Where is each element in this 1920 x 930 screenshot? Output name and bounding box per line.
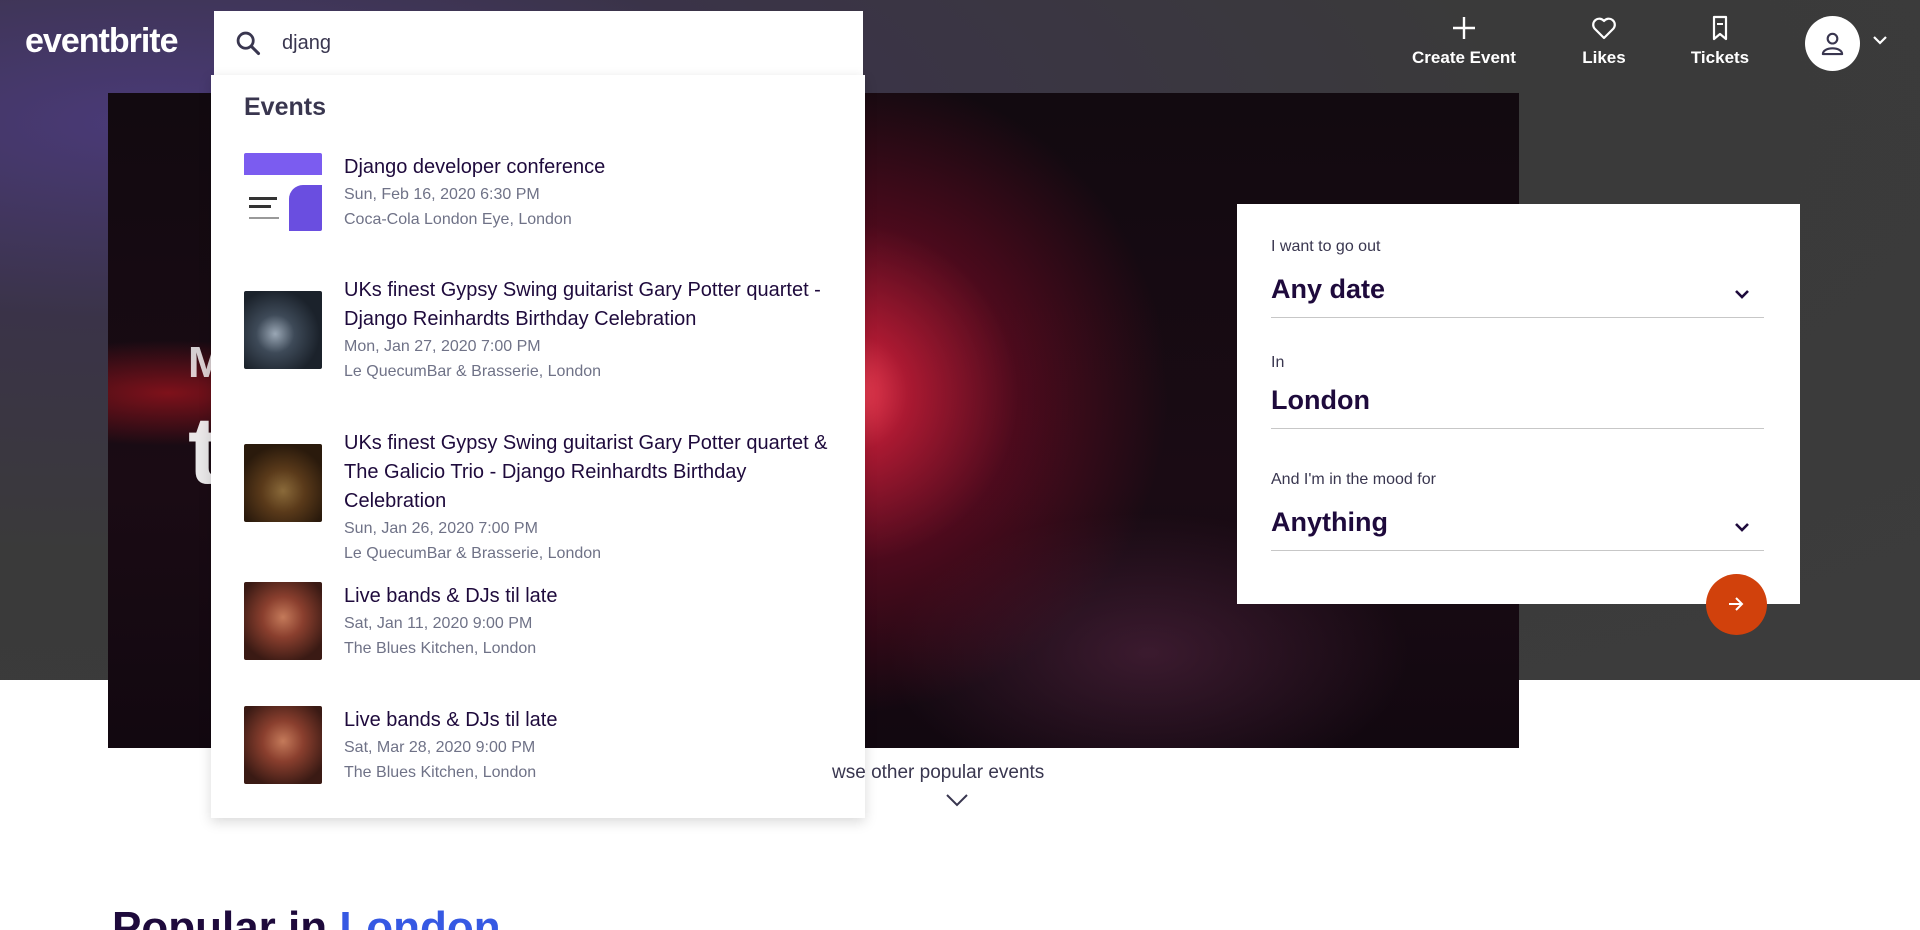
search-result-item[interactable]: UKs finest Gypsy Swing guitarist Gary Po… [244,429,844,562]
date-filter-label: I want to go out [1271,238,1381,255]
chevron-down-icon[interactable] [1872,34,1888,46]
chevron-down-icon[interactable] [945,793,969,807]
browse-popular-events-link[interactable]: wse other popular events [832,762,1044,784]
search-result-item[interactable]: Live bands & DJs til late Sat, Jan 11, 2… [244,582,844,662]
location-filter-value: London [1271,385,1370,415]
location-filter-label: In [1271,354,1285,371]
search-input[interactable] [282,23,842,63]
search-result-item[interactable]: UKs finest Gypsy Swing guitarist Gary Po… [244,276,844,386]
event-venue: Coca-Cola London Eye, London [344,211,572,228]
search-icon [236,31,261,56]
search-suggestions-dropdown: Events Django developer conference Sun, … [211,75,865,818]
search-result-item[interactable]: Live bands & DJs til late Sat, Mar 28, 2… [244,706,844,786]
event-date: Mon, Jan 27, 2020 7:00 PM [344,338,541,355]
date-filter-value: Any date [1271,274,1386,304]
likes-label: Likes [1582,48,1626,67]
search-submit-button[interactable] [1706,574,1767,635]
chevron-down-icon [1735,290,1749,299]
popular-heading-prefix: Popular in [112,903,340,930]
popular-section-heading: Popular in London [112,903,501,930]
mood-filter-select[interactable]: Anything [1271,507,1764,551]
event-filter-card: I want to go out Any date In London And … [1237,204,1800,604]
event-venue: Le QuecumBar & Brasserie, London [344,545,602,562]
event-title: UKs finest Gypsy Swing guitarist Gary Po… [344,279,821,330]
event-thumbnail [244,706,322,784]
plus-icon [1453,17,1475,39]
event-venue: The Blues Kitchen, London [344,640,537,657]
arrow-right-icon [1729,597,1744,611]
event-thumbnail [244,291,322,369]
event-title: Live bands & DJs til late [344,709,558,731]
event-title: Live bands & DJs til late [344,585,558,607]
event-thumbnail [244,153,322,231]
event-venue: The Blues Kitchen, London [344,764,537,781]
mood-filter-value: Anything [1271,507,1388,537]
search-box[interactable] [214,11,863,75]
create-event-button[interactable]: Create Event [1411,14,1517,68]
likes-button[interactable]: Likes [1580,14,1628,68]
event-date: Sun, Feb 16, 2020 6:30 PM [344,186,540,203]
event-date: Sun, Jan 26, 2020 7:00 PM [344,520,538,537]
event-title: UKs finest Gypsy Swing guitarist Gary Po… [344,432,828,512]
create-event-label: Create Event [1412,48,1516,67]
search-result-item[interactable]: Django developer conference Sun, Feb 16,… [244,153,844,233]
event-venue: Le QuecumBar & Brasserie, London [344,363,602,380]
ticket-icon [1712,15,1728,41]
event-title: Django developer conference [344,156,606,178]
user-avatar-button[interactable] [1805,16,1860,71]
chevron-down-icon [1735,523,1749,532]
location-filter-input[interactable]: London [1271,385,1764,429]
user-icon [1821,32,1844,56]
top-navigation-bar: eventbrite Create Event Likes Tickets [0,0,1920,86]
tickets-label: Tickets [1690,48,1750,67]
events-section-title: Events [244,93,326,121]
event-thumbnail [244,582,322,660]
date-filter-select[interactable]: Any date [1271,274,1764,318]
mood-filter-label: And I'm in the mood for [1271,471,1436,488]
heart-icon [1592,17,1616,40]
popular-heading-city[interactable]: London [339,903,500,930]
event-thumbnail [244,444,322,522]
event-date: Sat, Jan 11, 2020 9:00 PM [344,615,533,632]
eventbrite-logo[interactable]: eventbrite [25,22,178,61]
tickets-button[interactable]: Tickets [1689,14,1751,68]
event-date: Sat, Mar 28, 2020 9:00 PM [344,739,536,756]
